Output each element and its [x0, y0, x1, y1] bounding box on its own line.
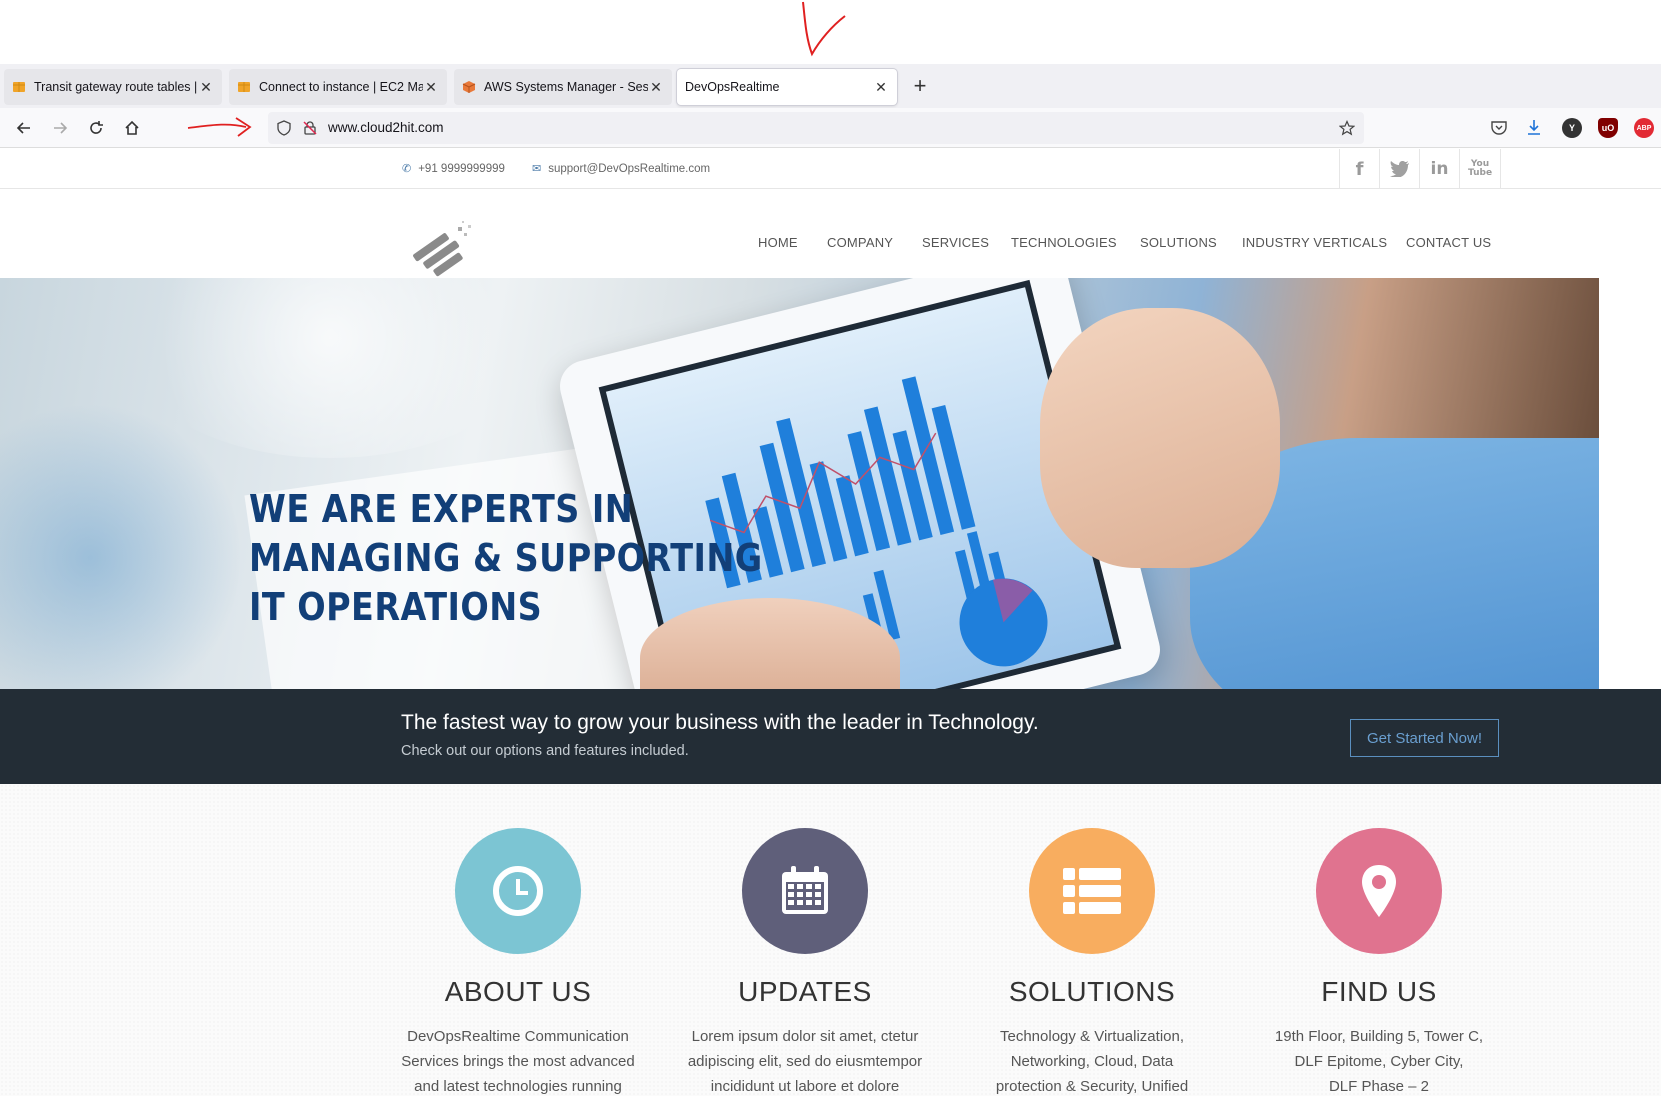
- feature-text-line: Services brings the most advanced: [401, 1053, 635, 1070]
- tab-transit-gateway[interactable]: Transit gateway route tables | V ✕: [4, 69, 222, 105]
- feature-text-line: DLF Phase – 2: [1328, 1078, 1430, 1095]
- adblock-plus-icon[interactable]: ABP: [1634, 118, 1654, 138]
- nav-home[interactable]: HOME: [758, 235, 798, 250]
- phone-number: +91 9999999999: [418, 162, 505, 175]
- pocket-icon[interactable]: [1490, 119, 1508, 137]
- hero-banner: WE ARE EXPERTS IN MANAGING & SUPPORTING …: [0, 278, 1599, 689]
- email-address: support@DevOpsRealtime.com: [548, 162, 711, 175]
- back-button[interactable]: [12, 116, 36, 140]
- youtube-icon[interactable]: You Tube: [1459, 149, 1501, 189]
- forward-button[interactable]: [48, 116, 72, 140]
- download-icon[interactable]: [1525, 118, 1543, 136]
- red-arrow-annotation: [187, 117, 252, 137]
- company-logo-icon[interactable]: [410, 221, 474, 279]
- cta-subline: Check out our options and features inclu…: [401, 743, 689, 759]
- hero-line-1: WE ARE EXPERTS IN: [249, 487, 634, 531]
- phone-icon: ✆: [402, 163, 412, 175]
- close-tab-icon[interactable]: ✕: [873, 79, 889, 96]
- new-tab-button[interactable]: +: [906, 73, 934, 101]
- hero-hand-image: [1040, 308, 1280, 568]
- close-tab-icon[interactable]: ✕: [198, 79, 214, 96]
- tab-devopsrealtime[interactable]: DevOpsRealtime ✕: [677, 69, 897, 105]
- tab-title: Transit gateway route tables | V: [34, 80, 198, 94]
- tab-title: Connect to instance | EC2 Mana: [259, 80, 423, 94]
- feature-text: DevOpsRealtime Communication Services br…: [388, 1024, 648, 1096]
- twitter-bird-icon: [1389, 161, 1409, 177]
- arrow-right-icon: [54, 122, 68, 134]
- hero-blue-blur: [0, 398, 240, 689]
- feature-text-line: Lorem ipsum dolor sit amet, ctetur: [691, 1028, 919, 1045]
- arrow-left-icon: [16, 122, 30, 134]
- map-pin-icon[interactable]: [1316, 828, 1442, 954]
- feature-text-line: Technology & Virtualization,: [1000, 1028, 1184, 1045]
- url-bar[interactable]: www.cloud2hit.com: [268, 112, 1364, 144]
- nav-industry-verticals[interactable]: INDUSTRY VERTICALS: [1242, 235, 1387, 250]
- tab-title: AWS Systems Manager - Session: [484, 80, 648, 94]
- hero-line-2: MANAGING & SUPPORTING: [249, 536, 763, 580]
- nav-technologies[interactable]: TECHNOLOGIES: [1011, 235, 1117, 250]
- get-started-button[interactable]: Get Started Now!: [1350, 719, 1499, 757]
- tab-title: DevOpsRealtime: [685, 80, 780, 94]
- annotation-area: [0, 0, 1661, 64]
- tab-strip: Transit gateway route tables | V ✕ Conne…: [0, 64, 1661, 108]
- aws-cube-icon: [462, 81, 476, 93]
- feature-title: ABOUT US: [444, 976, 592, 1007]
- feature-text-line: adipiscing elit, sed do eiusmtempor: [687, 1053, 923, 1070]
- navigation-toolbar: www.cloud2hit.com Y uO ABP: [0, 108, 1661, 148]
- close-tab-icon[interactable]: ✕: [423, 79, 439, 96]
- feature-text: 19th Floor, Building 5, Tower C, DLF Epi…: [1249, 1024, 1509, 1096]
- feature-text-line: DLF Epitome, Cyber City,: [1294, 1053, 1464, 1070]
- red-checkmark-annotation: [802, 1, 846, 57]
- feature-title: FIND US: [1321, 976, 1437, 1007]
- nav-services[interactable]: SERVICES: [922, 235, 989, 250]
- feature-text-line: Networking, Cloud, Data: [1010, 1053, 1174, 1070]
- aws-box-icon: [238, 82, 250, 92]
- reload-button[interactable]: [84, 116, 108, 140]
- facebook-icon[interactable]: f: [1339, 149, 1379, 189]
- shield-icon[interactable]: [276, 120, 292, 136]
- phone-contact[interactable]: ✆ +91 9999999999: [402, 162, 505, 176]
- feature-text-line: protection & Security, Unified: [995, 1078, 1189, 1095]
- main-navigation: HOME COMPANY SERVICES TECHNOLOGIES SOLUT…: [0, 189, 1661, 278]
- envelope-icon: ✉: [532, 163, 542, 175]
- nav-company[interactable]: COMPANY: [827, 235, 893, 250]
- nav-solutions[interactable]: SOLUTIONS: [1140, 235, 1217, 250]
- tab-systems-manager[interactable]: AWS Systems Manager - Session ✕: [454, 69, 672, 105]
- feature-text-line: and latest technologies running: [414, 1078, 622, 1095]
- ublock-icon[interactable]: uO: [1598, 118, 1618, 138]
- features-section: ABOUT US DevOpsRealtime Communication Se…: [0, 784, 1661, 1096]
- home-icon: [125, 120, 139, 135]
- twitter-icon[interactable]: [1379, 149, 1419, 189]
- aws-box-icon: [13, 82, 25, 92]
- clock-icon[interactable]: [455, 828, 581, 954]
- contact-topbar: ✆ +91 9999999999 ✉ support@DevOpsRealtim…: [0, 149, 1661, 189]
- cta-band: The fastest way to grow your business wi…: [0, 689, 1661, 784]
- website-viewport: ✆ +91 9999999999 ✉ support@DevOpsRealtim…: [0, 149, 1661, 1096]
- email-contact[interactable]: ✉ support@DevOpsRealtime.com: [532, 162, 711, 176]
- bookmark-star-icon[interactable]: [1339, 120, 1355, 136]
- cta-headline: The fastest way to grow your business wi…: [401, 711, 1039, 734]
- hero-headline: WE ARE EXPERTS IN MANAGING & SUPPORTING …: [249, 485, 763, 632]
- feature-title: SOLUTIONS: [1008, 976, 1176, 1007]
- hero-light-blur: [120, 278, 540, 458]
- tab-connect-instance[interactable]: Connect to instance | EC2 Mana ✕: [229, 69, 447, 105]
- calendar-icon[interactable]: [742, 828, 868, 954]
- url-text[interactable]: www.cloud2hit.com: [328, 120, 444, 135]
- close-tab-icon[interactable]: ✕: [648, 79, 664, 96]
- hero-line-3: IT OPERATIONS: [249, 585, 543, 629]
- feature-text-line: 19th Floor, Building 5, Tower C,: [1274, 1028, 1484, 1045]
- feature-text-line: DevOpsRealtime Communication: [407, 1028, 629, 1045]
- feature-title: UPDATES: [738, 976, 872, 1007]
- feature-text: Technology & Virtualization, Networking,…: [962, 1024, 1222, 1096]
- home-button[interactable]: [120, 116, 144, 140]
- feature-text: Lorem ipsum dolor sit amet, ctetur adipi…: [675, 1024, 935, 1096]
- nav-contact-us[interactable]: CONTACT US: [1406, 235, 1491, 250]
- feature-text-line: incididunt ut labore et dolore: [710, 1078, 900, 1095]
- reload-icon: [90, 121, 103, 134]
- y-extension-icon[interactable]: Y: [1562, 118, 1582, 138]
- linkedin-icon[interactable]: in: [1419, 149, 1459, 189]
- list-icon[interactable]: [1029, 828, 1155, 954]
- insecure-lock-icon[interactable]: [302, 120, 318, 136]
